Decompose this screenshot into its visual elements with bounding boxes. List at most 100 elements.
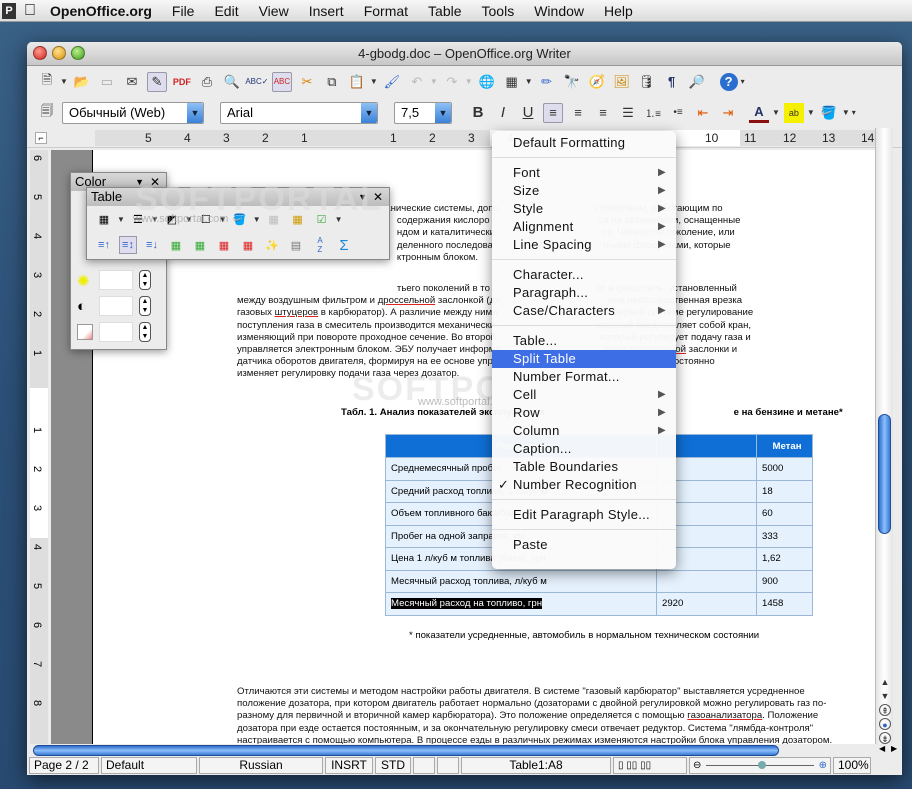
redo-dropdown[interactable]: ▼ — [465, 77, 473, 86]
paste-dropdown[interactable]: ▼ — [370, 77, 378, 86]
font-color-dropdown[interactable]: ▼ — [772, 108, 780, 117]
scroll-up-arrow-icon[interactable]: ▲ — [879, 676, 891, 688]
brightness-spinner[interactable]: ▲ ▼ — [139, 270, 151, 290]
sort-icon[interactable]: AZ — [311, 236, 329, 254]
context-menu-item-style[interactable]: Style ▶ — [492, 200, 676, 218]
digital-signature[interactable] — [437, 757, 459, 774]
scroll-left-arrow-icon[interactable]: ◀ — [879, 744, 885, 753]
scroll-right-arrow-icon[interactable]: ▶ — [891, 744, 897, 753]
save-icon[interactable]: ▭ — [97, 72, 117, 92]
navigation-icon[interactable]: ● — [879, 718, 891, 730]
view-layout-buttons[interactable]: ▯ ▯▯ ▯▯ — [613, 757, 687, 774]
context-menu-item-default-formatting[interactable]: Default Formatting — [492, 134, 676, 152]
background-dropdown[interactable]: ▼ — [253, 215, 261, 224]
new-icon[interactable]: 🗎 — [37, 72, 57, 92]
undo-icon[interactable]: ↶ — [407, 72, 427, 92]
scroll-down-arrow-icon[interactable]: ▼ — [879, 690, 891, 702]
table-icon[interactable]: ▦ — [502, 72, 522, 92]
zoom-slider-handle[interactable] — [758, 761, 766, 769]
align-top-icon[interactable]: ≡↑ — [95, 236, 113, 254]
minimize-window-button[interactable] — [52, 46, 66, 60]
table-cell[interactable] — [656, 569, 757, 593]
context-menu-item-paragraph[interactable]: Paragraph... — [492, 284, 676, 302]
gamma-field[interactable] — [99, 322, 133, 342]
data-sources-icon[interactable]: 🛢 — [637, 72, 657, 92]
context-menu-item-cell[interactable]: Cell ▶ — [492, 386, 676, 404]
line-style-dropdown[interactable]: ▼ — [151, 215, 159, 224]
italic-button[interactable]: I — [493, 103, 513, 123]
numbering-icon[interactable]: ⒈≡ — [643, 103, 663, 123]
close-window-button[interactable] — [33, 46, 47, 60]
context-menu-item-column[interactable]: Column ▶ — [492, 422, 676, 440]
text-line[interactable]: разному для первичной и вторичной камер … — [237, 710, 818, 722]
table-properties-icon[interactable]: ▤ — [287, 236, 305, 254]
context-menu-item-paste[interactable]: Paste — [492, 536, 676, 554]
zoom-in-icon[interactable]: ⊕ — [819, 758, 827, 773]
spellcheck-icon[interactable]: ABC✓ — [245, 72, 268, 92]
new-dropdown[interactable]: ▼ — [60, 77, 68, 86]
zoom-window-button[interactable] — [71, 46, 85, 60]
align-center-button[interactable]: ≡ — [568, 103, 588, 123]
menu-insert[interactable]: Insert — [309, 3, 344, 19]
context-menu-item-character[interactable]: Character... — [492, 266, 676, 284]
context-menu-item-line-spacing[interactable]: Line Spacing ▶ — [492, 236, 676, 254]
zoom-out-icon[interactable]: ⊖ — [693, 758, 701, 773]
gamma-spinner[interactable]: ▲ ▼ — [139, 322, 151, 342]
insert-mode[interactable]: INSRT — [325, 757, 373, 774]
vertical-scrollbar[interactable]: ▲ ▼ ⇞ ● ⇟ — [875, 128, 893, 744]
chevron-down-icon[interactable]: ▼ — [361, 102, 377, 123]
optimize-icon[interactable]: ☑ — [313, 210, 331, 228]
table-cell[interactable]: 5000 — [756, 457, 813, 481]
app-menu[interactable]: OpenOffice.org — [50, 3, 152, 19]
border-color-icon[interactable]: ◩ — [163, 210, 181, 228]
font-name-select[interactable]: Arial ▼ — [220, 101, 378, 124]
background-color-dropdown[interactable]: ▼ — [842, 108, 850, 117]
align-right-button[interactable]: ≡ — [593, 103, 613, 123]
selection-mode[interactable]: STD — [375, 757, 411, 774]
menu-edit[interactable]: Edit — [214, 3, 238, 19]
styles-formatting-icon[interactable]: 🗐 — [37, 103, 57, 123]
find-replace-icon[interactable]: 🔭 — [562, 72, 582, 92]
context-menu-item-table[interactable]: Table... — [492, 332, 676, 350]
decrease-indent-icon[interactable]: ⇤ — [693, 103, 713, 123]
table-dropdown[interactable]: ▼ — [525, 77, 533, 86]
vertical-ruler[interactable]: 6 5 4 3 2 1 1 2 3 4 5 6 7 8 — [30, 150, 48, 744]
text-line[interactable]: положение дозатора, при котором двигател… — [237, 698, 826, 710]
text-line[interactable]: изменяет регулировку подачи газа через д… — [237, 368, 459, 380]
document-modified[interactable] — [413, 757, 435, 774]
table-row[interactable]: Месячный расход топлива, л/куб м 900 — [385, 569, 813, 593]
table-cell[interactable]: Месячный расход на топливо, грн — [385, 592, 657, 616]
bullets-icon[interactable]: •≡ — [668, 103, 688, 123]
underline-button[interactable]: U — [518, 103, 538, 123]
menu-format[interactable]: Format — [364, 3, 408, 19]
edit-file-icon[interactable]: ✎ — [146, 71, 167, 92]
hyperlink-icon[interactable]: 🌐 — [477, 72, 497, 92]
language-indicator[interactable]: Russian — [199, 757, 323, 774]
border-color-dropdown[interactable]: ▼ — [185, 215, 193, 224]
open-icon[interactable]: 📂 — [72, 72, 92, 92]
zoom-icon[interactable]: 🔎 — [687, 72, 707, 92]
align-bottom-icon[interactable]: ≡↓ — [143, 236, 161, 254]
context-menu-item-edit-paragraph-style[interactable]: Edit Paragraph Style... — [492, 506, 676, 524]
format-paintbrush-icon[interactable]: 🖌 — [382, 72, 402, 92]
context-menu-item-case-characters[interactable]: Case/Characters ▶ — [492, 302, 676, 320]
context-menu-item-table-boundaries[interactable]: Table Boundaries — [492, 458, 676, 476]
chevron-down-icon[interactable]: ▼ — [187, 102, 203, 123]
table-cell[interactable]: 1458 — [756, 592, 813, 616]
table-cell[interactable]: 60 — [756, 502, 813, 526]
email-icon[interactable]: ✉ — [122, 72, 142, 92]
cut-icon[interactable]: ✂ — [297, 72, 317, 92]
context-menu-item-number-format[interactable]: Number Format... — [492, 368, 676, 386]
page-indicator[interactable]: Page 2 / 2 — [29, 757, 99, 774]
draw-functions-icon[interactable]: ✏ — [537, 72, 557, 92]
table-icon[interactable]: ▦ — [95, 210, 113, 228]
borders-dropdown[interactable]: ▼ — [219, 215, 227, 224]
zoom-level[interactable]: 100% — [833, 757, 871, 774]
previous-page-icon[interactable]: ⇞ — [879, 704, 891, 716]
toolbar-overflow[interactable]: ▾ — [852, 108, 856, 117]
menu-help[interactable]: Help — [604, 3, 633, 19]
font-size-select[interactable]: 7,5 ▼ — [394, 101, 452, 124]
navigator-icon[interactable]: 🧭 — [587, 72, 607, 92]
apple-icon[interactable]:  — [24, 2, 36, 20]
table-header[interactable]: Метан — [756, 434, 813, 458]
